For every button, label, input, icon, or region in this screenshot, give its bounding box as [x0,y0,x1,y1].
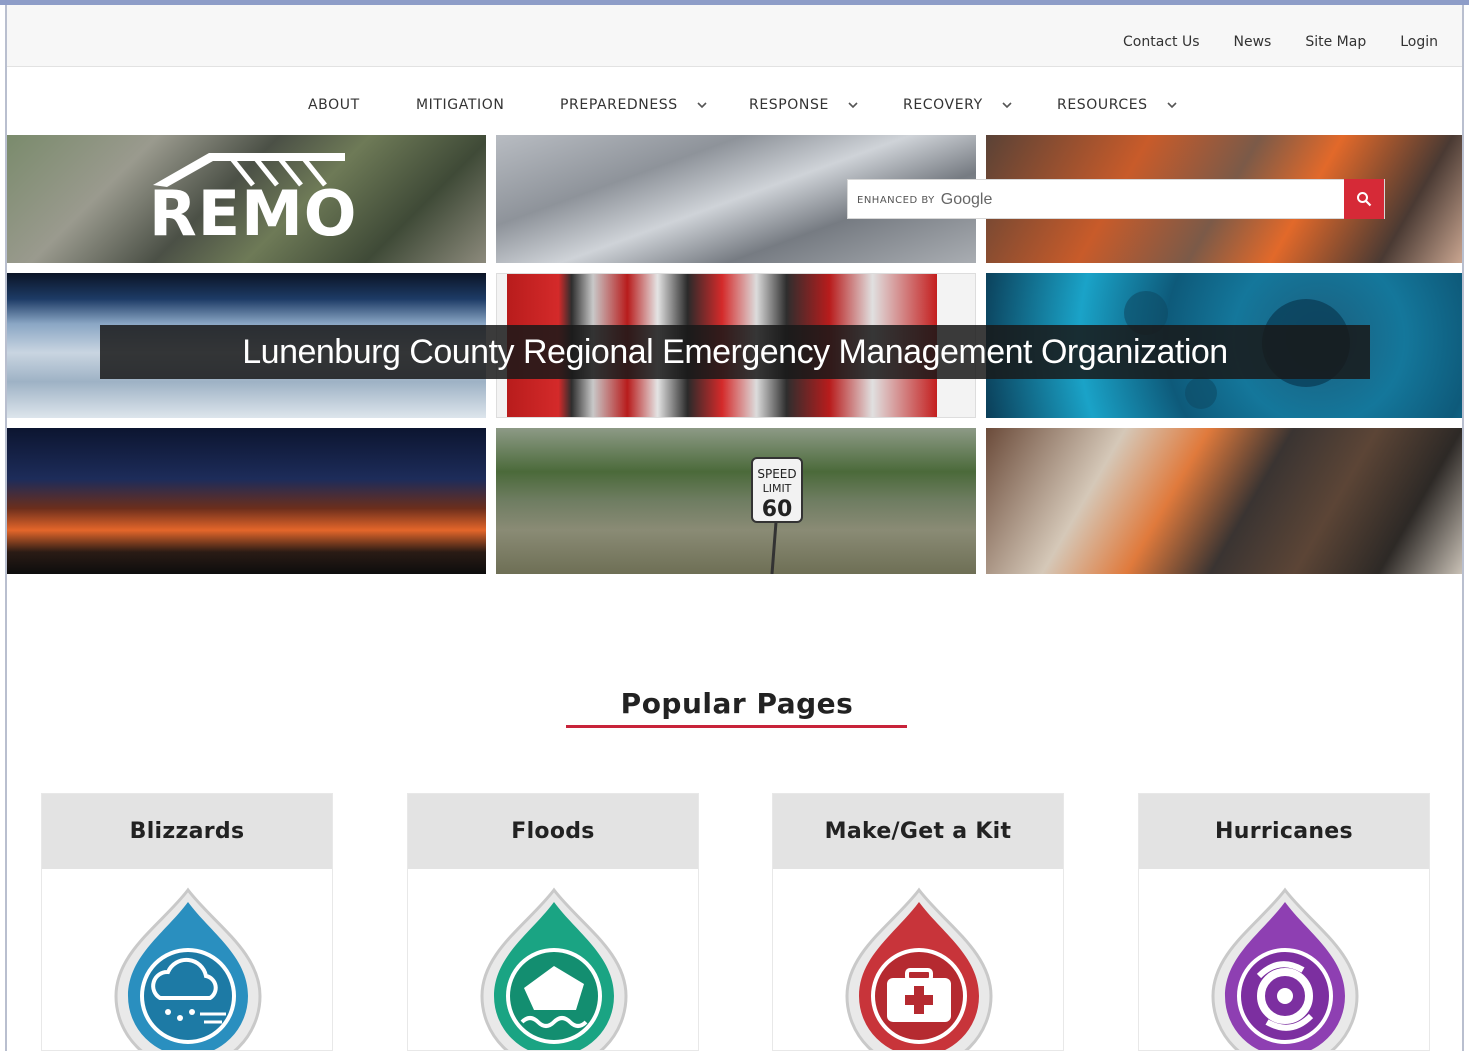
page: Contact Us News Site Map Login ABOUT MIT… [7,5,1462,1051]
window-right-border [1462,5,1464,1051]
sign-value-text: 60 [762,497,793,522]
site-map-link[interactable]: Site Map [1305,34,1366,50]
news-link[interactable]: News [1234,34,1272,50]
flooded-house-icon [480,887,628,1050]
nav-response-label: RESPONSE [749,97,829,113]
first-aid-kit-icon [845,887,993,1050]
utility-bar: Contact Us News Site Map Login [7,5,1462,67]
speed-limit-sign: SPEED LIMIT 60 [751,457,803,574]
search-icon [1357,192,1372,207]
contact-us-link[interactable]: Contact Us [1123,34,1199,50]
heading-underline [566,725,907,728]
nav-mitigation[interactable]: MITIGATION [416,97,504,113]
search-input[interactable] [998,188,1338,212]
main-nav: ABOUT MITIGATION PREPAREDNESS RESPONSE R… [7,68,1462,135]
hurricane-icon [1211,887,1359,1050]
nav-recovery-label: RECOVERY [903,97,983,113]
utility-links: Contact Us News Site Map Login [1123,34,1438,50]
sign-limit-text: LIMIT [763,482,792,495]
chevron-down-icon[interactable] [847,99,859,111]
card-hurricanes[interactable]: Hurricanes [1138,793,1430,1051]
title-banner: Lunenburg County Regional Emergency Mana… [100,325,1370,379]
popular-pages-heading: Popular Pages [620,687,854,720]
google-label: Google [940,191,993,208]
chevron-down-icon[interactable] [1001,99,1013,111]
chevron-down-icon[interactable] [1166,99,1178,111]
sign-speed-text: SPEED [757,467,796,481]
flood-photo: SPEED LIMIT 60 [496,428,976,574]
card-title: Hurricanes [1139,794,1429,869]
nav-about-label: ABOUT [308,97,360,113]
login-link[interactable]: Login [1400,34,1438,50]
nav-resources[interactable]: RESOURCES [1057,97,1178,113]
site-title: Lunenburg County Regional Emergency Mana… [242,333,1228,371]
animal-shelter-photo [986,428,1462,574]
search-button[interactable] [1344,179,1384,219]
hazmat-photo: REMO [7,135,486,263]
site-search: ENHANCED BY Google [847,179,1385,219]
nav-resources-label: RESOURCES [1057,97,1148,113]
enhanced-by-label: ENHANCED BY [857,194,935,206]
nav-response[interactable]: RESPONSE [749,97,859,113]
card-title: Blizzards [42,794,332,869]
card-blizzards[interactable]: Blizzards [41,793,333,1051]
logo-text: REMO [149,177,358,250]
nav-preparedness-label: PREPAREDNESS [560,97,678,113]
nav-recovery[interactable]: RECOVERY [903,97,1013,113]
chevron-down-icon[interactable] [696,99,708,111]
nav-mitigation-label: MITIGATION [416,97,505,113]
nav-about[interactable]: ABOUT [308,97,360,113]
search-branding: ENHANCED BY Google [857,191,992,209]
nav-preparedness[interactable]: PREPAREDNESS [560,97,708,113]
card-floods[interactable]: Floods [407,793,699,1051]
card-title: Floods [408,794,698,869]
remo-logo[interactable]: REMO [149,149,357,249]
card-title: Make/Get a Kit [773,794,1063,869]
hero-mosaic: REMO SPEED LIMIT 60 ENHANCED BY Google L… [7,135,1462,576]
snow-cloud-icon [114,887,262,1050]
fire-photo [7,428,486,574]
card-make-get-a-kit[interactable]: Make/Get a Kit [772,793,1064,1051]
